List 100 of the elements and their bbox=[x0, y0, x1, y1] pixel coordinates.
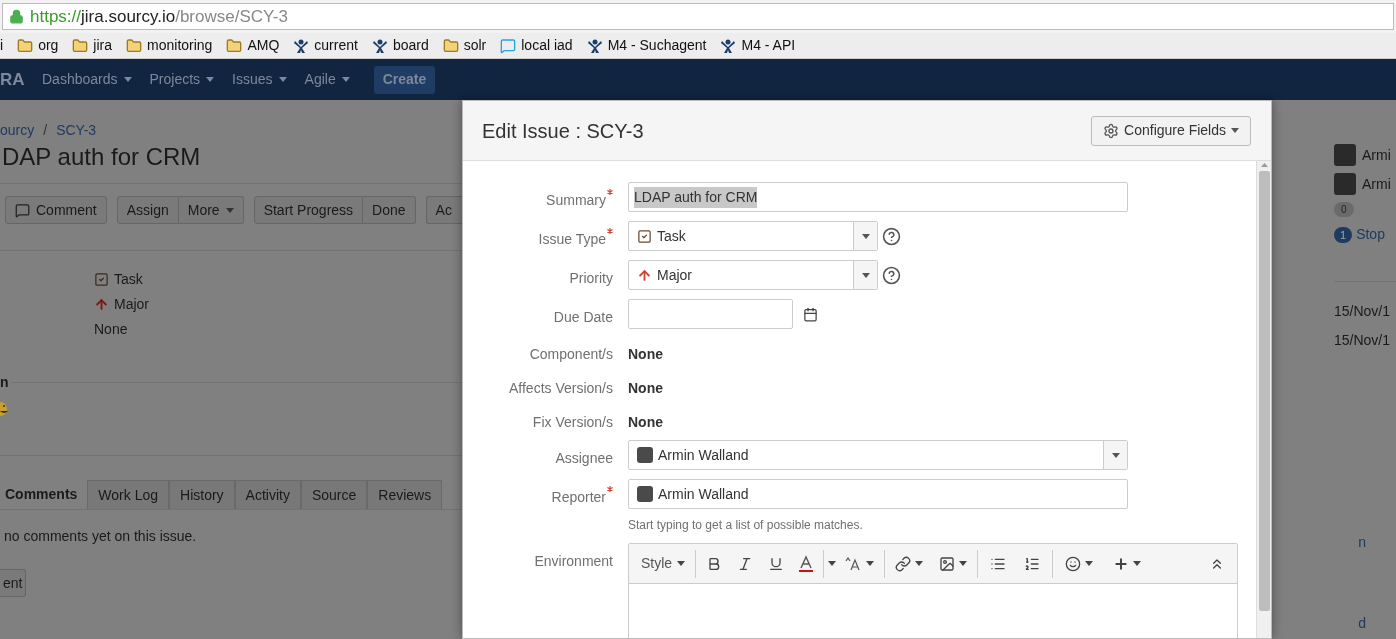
side-link[interactable]: n bbox=[1358, 532, 1366, 553]
scrollbar[interactable] bbox=[1256, 161, 1271, 638]
image-icon[interactable] bbox=[939, 555, 956, 572]
nav-menu[interactable]: Agile bbox=[304, 69, 350, 90]
user-name: Armi bbox=[1362, 174, 1391, 194]
date-value: 15/Nov/1 bbox=[1334, 331, 1392, 350]
underline-icon[interactable] bbox=[768, 555, 785, 572]
create-button[interactable]: Create bbox=[373, 65, 436, 94]
tab[interactable]: Activity bbox=[234, 480, 301, 509]
avatar bbox=[637, 447, 653, 463]
speech-bubble-icon bbox=[15, 202, 30, 218]
lock-icon bbox=[9, 9, 24, 24]
bookmark[interactable]: monitoring bbox=[147, 35, 213, 56]
breadcrumb-separator: / bbox=[43, 121, 48, 140]
url-text: https://jira.sourcy.io/browse/SCY-3 bbox=[30, 5, 288, 28]
field-value: None bbox=[628, 344, 663, 364]
bookmark[interactable]: local iad bbox=[521, 35, 573, 56]
nav-menu[interactable]: Dashboards bbox=[42, 69, 132, 90]
bookmark[interactable]: board bbox=[392, 35, 429, 56]
select-field[interactable]: Major bbox=[628, 260, 878, 290]
caret-icon bbox=[1111, 452, 1120, 458]
bookmark[interactable]: jira bbox=[93, 35, 113, 56]
field-value: None bbox=[628, 378, 663, 398]
folder-icon bbox=[72, 37, 89, 54]
text-color-icon[interactable] bbox=[799, 554, 814, 573]
date-field[interactable] bbox=[628, 299, 793, 329]
chat-icon bbox=[500, 37, 517, 54]
numbered-list-icon[interactable] bbox=[1024, 555, 1041, 572]
caret-icon bbox=[828, 561, 837, 566]
figure-icon bbox=[293, 37, 310, 54]
task-icon bbox=[94, 271, 109, 287]
dropdown-button[interactable] bbox=[1103, 441, 1127, 469]
add-comment-button[interactable]: ent bbox=[0, 569, 27, 597]
watcher-count: 1 bbox=[1334, 226, 1353, 243]
style-dropdown[interactable]: Style bbox=[641, 549, 697, 578]
dropdown-button[interactable] bbox=[853, 222, 877, 250]
nav-menu[interactable]: Issues bbox=[232, 69, 287, 90]
vote-count: 0 bbox=[1334, 202, 1354, 217]
side-link[interactable]: d bbox=[1358, 613, 1366, 634]
tab[interactable]: Reviews bbox=[367, 480, 443, 509]
section-heading: n bbox=[0, 373, 9, 392]
field-label: Summary bbox=[546, 190, 606, 210]
caret-icon bbox=[1085, 561, 1094, 566]
watch-link[interactable]: Stop bbox=[1356, 224, 1385, 245]
help-icon[interactable] bbox=[882, 265, 901, 285]
help-icon[interactable] bbox=[882, 226, 901, 246]
caret-icon bbox=[915, 561, 924, 566]
caret-icon bbox=[677, 561, 686, 566]
detail-value: Major bbox=[114, 294, 149, 314]
field-hint: Start typing to get a list of possible matches. bbox=[628, 517, 864, 534]
address-bar[interactable]: https://jira.sourcy.io/browse/SCY-3 bbox=[2, 3, 1394, 30]
action-button[interactable]: Comment bbox=[5, 196, 107, 224]
caret-icon bbox=[959, 561, 968, 566]
logo[interactable]: RA bbox=[0, 66, 42, 93]
issue-title: DAP auth for CRM bbox=[1, 142, 202, 172]
detail-value: Task bbox=[114, 269, 143, 289]
select-field[interactable]: Armin Walland bbox=[628, 440, 1128, 470]
figure-icon bbox=[720, 37, 737, 54]
bookmark[interactable]: i bbox=[0, 35, 4, 56]
text-field[interactable]: LDAP auth for CRM bbox=[628, 182, 1128, 212]
action-button[interactable]: More bbox=[178, 196, 244, 224]
action-button[interactable]: Done bbox=[363, 196, 416, 224]
caret-icon bbox=[1231, 128, 1239, 133]
user-name: Armi bbox=[1362, 145, 1391, 165]
tab[interactable]: History bbox=[169, 480, 235, 509]
dropdown-button[interactable] bbox=[853, 261, 877, 289]
configure-fields-button[interactable]: Configure Fields bbox=[1091, 115, 1251, 146]
bookmark[interactable]: AMQ bbox=[247, 35, 280, 56]
folder-icon bbox=[226, 37, 243, 54]
bookmark[interactable]: current bbox=[314, 35, 358, 56]
rich-text-editor[interactable]: Style bbox=[628, 543, 1238, 638]
nav-menu[interactable]: Projects bbox=[149, 69, 215, 90]
bookmark[interactable]: org bbox=[38, 35, 59, 56]
folder-icon bbox=[442, 37, 459, 54]
bookmark[interactable]: M4 - API bbox=[741, 35, 796, 56]
avatar bbox=[1334, 144, 1356, 166]
smiley-icon[interactable] bbox=[1065, 555, 1082, 572]
caret-icon bbox=[341, 77, 350, 82]
gear-icon bbox=[1103, 122, 1120, 139]
user-field[interactable]: Armin Walland bbox=[628, 479, 1128, 509]
link-icon[interactable] bbox=[895, 555, 912, 572]
field-label: Assignee bbox=[555, 448, 613, 468]
folder-icon bbox=[17, 37, 34, 54]
breadcrumb-link[interactable]: SCY-3 bbox=[56, 120, 97, 141]
action-button[interactable]: Assign bbox=[116, 196, 179, 224]
tab[interactable]: Source bbox=[300, 480, 368, 509]
figure-icon bbox=[371, 37, 388, 54]
tab[interactable]: Work Log bbox=[87, 480, 170, 509]
breadcrumb-link[interactable]: ourcy bbox=[0, 120, 35, 141]
bookmark[interactable]: solr bbox=[463, 35, 487, 56]
calendar-icon[interactable] bbox=[803, 306, 818, 322]
bookmark[interactable]: M4 - Suchagent bbox=[607, 35, 707, 56]
select-field[interactable]: Task bbox=[628, 221, 878, 251]
action-button[interactable]: Start Progress bbox=[253, 196, 364, 224]
action-button[interactable]: Ac bbox=[425, 196, 462, 224]
field-value: None bbox=[628, 412, 663, 432]
caret-icon bbox=[123, 77, 132, 82]
scroll-thumb[interactable] bbox=[1258, 171, 1270, 611]
caret-icon bbox=[225, 207, 234, 213]
caret-icon bbox=[861, 272, 870, 278]
